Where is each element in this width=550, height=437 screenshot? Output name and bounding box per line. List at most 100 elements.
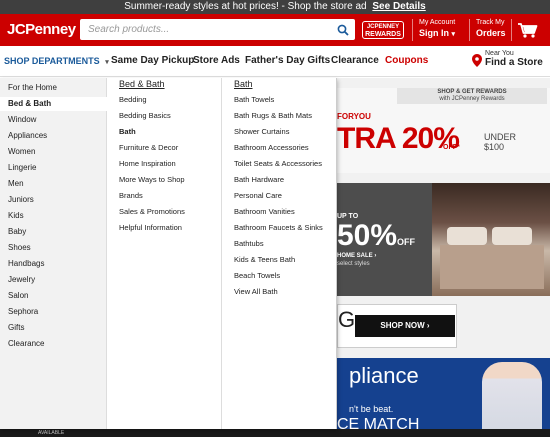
my-account[interactable]: My Account Sign In ▾ [419, 17, 455, 40]
bed-bath-item-helpful-information[interactable]: Helpful Information [119, 223, 182, 232]
category-salon[interactable]: Salon [0, 289, 107, 303]
banner-foryou-text: FORYOU [337, 112, 371, 121]
cart-button[interactable] [518, 23, 538, 43]
category-shoes[interactable]: Shoes [0, 241, 107, 255]
chevron-down-icon: ▾ [451, 31, 456, 38]
departments-mega-menu: For the Home Bed & Bath Window Appliances Wo… [0, 78, 337, 429]
banner-extra-20-text: TRA 20% [337, 122, 460, 155]
banner-select-styles-text: select styles [337, 261, 370, 267]
bed-bath-item-furniture-and-decor[interactable]: Furniture & Decor [119, 143, 178, 152]
bed-bath-item-bedding[interactable]: Bedding [119, 95, 147, 104]
bed-bath-item-sales-and-promotions[interactable]: Sales & Promotions [119, 207, 185, 216]
bed-bath-item-bath[interactable]: Bath [119, 127, 136, 136]
rewards-strip-line2: with JCPenney Rewards [439, 96, 505, 102]
nav-same-day-pickup[interactable]: Same Day Pickup [111, 55, 194, 66]
track-orders[interactable]: Track My Orders [476, 17, 506, 39]
bath-item-beach-towels[interactable]: Beach Towels [234, 271, 280, 280]
category-appliances[interactable]: Appliances [0, 129, 107, 143]
bed-bath-item-brands[interactable]: Brands [119, 191, 143, 200]
department-list: For the Home Bed & Bath Window Appliances Wo… [0, 78, 107, 429]
category-baby[interactable]: Baby [0, 225, 107, 239]
location-pin-icon [472, 54, 482, 67]
nav-fathers-day-gifts[interactable]: Father's Day Gifts [245, 55, 330, 66]
sign-in-label: Sign In ▾ [419, 28, 455, 40]
under-amount: $100 [484, 142, 505, 152]
bath-column: Bath Bath Towels Bath Rugs & Bath Mats Sho… [223, 78, 337, 429]
site-header: JCPenney JCPENNEY REWARDS My Account Sig… [0, 14, 550, 46]
bath-item-bath-towels[interactable]: Bath Towels [234, 95, 274, 104]
cart-icon [518, 23, 538, 38]
category-sephora[interactable]: Sephora [0, 305, 107, 319]
category-window[interactable]: Window [0, 113, 107, 127]
search-bar [80, 19, 355, 40]
bath-heading[interactable]: Bath [234, 79, 253, 89]
bath-item-bathroom-faucets-and-sinks[interactable]: Bathroom Faucets & Sinks [234, 223, 323, 232]
search-button[interactable] [331, 19, 355, 40]
under-label: UNDER [484, 132, 517, 142]
pillow-shape [447, 227, 487, 245]
category-jewelry[interactable]: Jewelry [0, 273, 107, 287]
find-a-store[interactable]: Near You Find a Store [472, 50, 543, 68]
banner-under-text: UNDER $100 [484, 132, 516, 152]
bath-item-shower-curtains[interactable]: Shower Curtains [234, 127, 289, 136]
category-women[interactable]: Women [0, 145, 107, 159]
sign-in-text: Sign In [419, 28, 449, 38]
bedspread-shape [440, 245, 544, 289]
appliance-headline: pliance [349, 363, 419, 388]
banner-off-text: OFF* [443, 144, 460, 151]
category-handbags[interactable]: Handbags [0, 257, 107, 271]
pillow-shape [492, 227, 532, 245]
bath-item-bathtubs[interactable]: Bathtubs [234, 239, 264, 248]
rewards-line2: REWARDS [365, 31, 401, 38]
bath-item-personal-care[interactable]: Personal Care [234, 191, 282, 200]
bath-item-view-all-bath[interactable]: View All Bath [234, 287, 278, 296]
promo-bar: Summer-ready styles at hot prices! - Sho… [0, 0, 550, 14]
jcpenney-logo[interactable]: JCPenney [7, 19, 76, 41]
promo-text: Summer-ready styles at hot prices! - Sho… [124, 1, 367, 12]
bed-bath-column: Bed & Bath Bedding Bedding Basics Bath Furn… [108, 78, 222, 429]
bath-item-toilet-seats-and-accessories[interactable]: Toilet Seats & Accessories [234, 159, 322, 168]
shop-departments-menu[interactable]: SHOP DEPARTMENTS ▾ [4, 56, 109, 66]
category-for-the-home[interactable]: For the Home [0, 81, 107, 95]
chevron-down-icon: ▾ [105, 59, 109, 66]
see-details-link[interactable]: See Details [372, 1, 425, 12]
home-sale-banner[interactable]: UP TO 50%OFF HOME SALE › select styles [337, 183, 550, 296]
bed-bath-item-more-ways-to-shop[interactable]: More Ways to Shop [119, 175, 185, 184]
rewards-strip: SHOP & GET REWARDS with JCPenney Rewards [397, 88, 547, 104]
search-icon [337, 24, 349, 36]
appliance-subline: n't be beat. [349, 404, 394, 414]
main-nav: SHOP DEPARTMENTS ▾ Same Day Pickup Store… [0, 46, 550, 77]
banner-percent-value: 50% [337, 219, 398, 252]
orders-label: Orders [476, 28, 506, 38]
banner-home-sale-text: HOME SALE › [337, 253, 377, 259]
shop-now-button[interactable]: SHOP NOW › [355, 315, 455, 337]
header-divider [511, 19, 512, 41]
bed-bath-item-home-inspiration[interactable]: Home Inspiration [119, 159, 176, 168]
nav-coupons[interactable]: Coupons [385, 55, 428, 66]
category-gifts[interactable]: Gifts [0, 321, 107, 335]
bottom-strip: AVAILABLE [0, 429, 550, 437]
bath-item-bath-rugs-and-bath-mats[interactable]: Bath Rugs & Bath Mats [234, 111, 312, 120]
header-divider [412, 19, 413, 41]
bath-item-bath-hardware[interactable]: Bath Hardware [234, 175, 284, 184]
bath-item-bathroom-vanities[interactable]: Bathroom Vanities [234, 207, 295, 216]
bath-item-kids-and-teens-bath[interactable]: Kids & Teens Bath [234, 255, 295, 264]
category-men[interactable]: Men [0, 177, 107, 191]
category-clearance[interactable]: Clearance [0, 337, 107, 351]
nav-store-ads[interactable]: Store Ads [193, 55, 240, 66]
search-input[interactable] [80, 19, 330, 40]
shop-departments-label: SHOP DEPARTMENTS [4, 56, 100, 66]
nav-clearance[interactable]: Clearance [331, 55, 379, 66]
category-lingerie[interactable]: Lingerie [0, 161, 107, 175]
category-juniors[interactable]: Juniors [0, 193, 107, 207]
bed-bath-item-bedding-basics[interactable]: Bedding Basics [119, 111, 171, 120]
bed-bath-heading[interactable]: Bed & Bath [119, 79, 165, 89]
rewards-promo-banner[interactable]: SHOP & GET REWARDS with JCPenney Rewards… [337, 88, 550, 173]
header-divider [469, 19, 470, 41]
category-bed-and-bath[interactable]: Bed & Bath [0, 97, 107, 111]
category-kids[interactable]: Kids [0, 209, 107, 223]
rewards-line1: JCPENNEY [366, 24, 400, 30]
rewards-badge[interactable]: JCPENNEY REWARDS [362, 21, 404, 39]
appliance-price-match-banner[interactable]: pliance n't be beat. CE MATCH [337, 358, 550, 437]
bath-item-bathroom-accessories[interactable]: Bathroom Accessories [234, 143, 309, 152]
